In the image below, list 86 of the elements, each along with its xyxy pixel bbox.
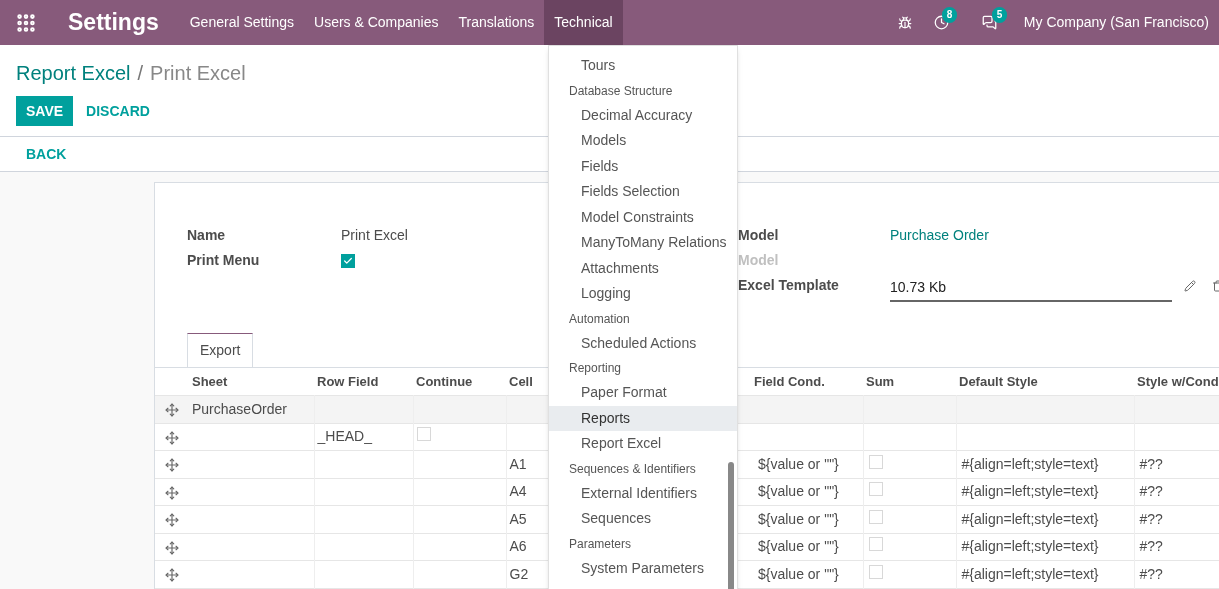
breadcrumb-link[interactable]: Report Excel [16, 58, 131, 88]
menu-item[interactable]: ManyToMany Relations [549, 230, 737, 256]
file-field[interactable]: 10.73 Kb [890, 277, 1172, 302]
table-cell: #{align=left;style=text} [961, 565, 1099, 582]
column-header[interactable]: Continue [416, 374, 473, 389]
menu-item[interactable]: Fields Selection [549, 179, 737, 205]
menu-item[interactable]: Paper Format [549, 380, 737, 406]
field-value: Print Excel [341, 226, 408, 245]
menu-item[interactable]: Scheduled Actions [549, 330, 737, 356]
table-cell: ${value or ""} [758, 538, 839, 555]
table-cell: ${value or ""} [758, 565, 839, 582]
menu-item[interactable]: External Identifiers [549, 480, 737, 506]
table-cell: #?? [1139, 510, 1163, 527]
table-cell: #?? [1139, 538, 1163, 555]
table-cell: A6 [509, 538, 527, 555]
menu-item[interactable]: Decimal Accuracy [549, 102, 737, 128]
apps-menu-icon[interactable] [15, 11, 37, 34]
chat-icon[interactable] [981, 15, 997, 30]
menu-item[interactable]: Model Constraints [549, 204, 737, 230]
field-label: Model [738, 251, 780, 270]
menu-item[interactable]: Tours [549, 53, 737, 79]
menu-tab[interactable]: Translations [448, 0, 545, 45]
menu-item[interactable]: Logging [549, 281, 737, 307]
app-title: Settings [68, 8, 159, 38]
field-label: Model [738, 226, 780, 245]
check-icon [343, 255, 353, 266]
menu-item[interactable]: Reports [549, 405, 737, 431]
table-cell: ${value or ""} [758, 455, 839, 472]
drag-handle-icon[interactable] [165, 430, 179, 445]
table-cell: _HEAD_ [317, 428, 372, 445]
notebook-tab[interactable]: Export [187, 333, 254, 367]
drag-handle-icon[interactable] [165, 485, 179, 500]
table-cell: #{align=left;style=text} [961, 483, 1099, 500]
drag-handle-icon[interactable] [165, 458, 179, 473]
drag-handle-icon[interactable] [165, 403, 179, 418]
menu-item[interactable]: Fields [549, 153, 737, 179]
table-cell: #?? [1139, 483, 1163, 500]
table-cell: A4 [509, 483, 527, 500]
menu-item[interactable]: Attachments [549, 255, 737, 281]
breadcrumb-current: Print Excel [150, 61, 246, 86]
checkbox[interactable] [341, 253, 355, 268]
column-header[interactable]: Style w/Cond [1137, 374, 1219, 389]
table-cell: ${value or ""} [758, 483, 839, 500]
menu-item[interactable]: Sequences [549, 506, 737, 532]
table-cell: #{align=left;style=text} [961, 455, 1099, 472]
table-cell: #{align=left;style=text} [961, 510, 1099, 527]
column-header[interactable]: Default Style [959, 374, 1038, 389]
scrollbar[interactable] [728, 462, 734, 589]
menu-section-header: Sequences & Identifiers [568, 460, 697, 478]
column-header[interactable]: Cell [509, 374, 533, 389]
menu-item[interactable]: Report Excel [549, 431, 737, 457]
table-cell: #?? [1139, 455, 1163, 472]
column-header[interactable]: Row Field [317, 374, 379, 389]
table-cell: #?? [1139, 565, 1163, 582]
count-badge: 8 [941, 7, 958, 23]
table-cell: PurchaseOrder [192, 400, 287, 417]
count-badge: 5 [991, 7, 1008, 23]
table-cell: ${value or ""} [758, 510, 839, 527]
menu-section-header: Parameters [568, 535, 633, 553]
clock-icon[interactable] [933, 15, 949, 30]
breadcrumb-separator: / [137, 61, 144, 86]
drag-handle-icon[interactable] [165, 568, 179, 583]
company-switcher[interactable]: My Company (San Francisco) [1023, 12, 1209, 33]
menu-section-header: Reporting [568, 360, 623, 377]
field-label: Print Menu [187, 251, 261, 270]
drag-handle-icon[interactable] [165, 513, 179, 528]
table-cell: A5 [509, 510, 527, 527]
bug-icon[interactable] [897, 15, 912, 30]
menu-item[interactable]: Models [549, 128, 737, 154]
menu-section-header: Automation [568, 310, 631, 328]
drag-handle-icon[interactable] [165, 540, 179, 555]
menu-tab[interactable]: Users & Companies [304, 0, 449, 45]
table-cell: A1 [509, 455, 527, 472]
column-header[interactable]: Sum [866, 374, 895, 389]
table-cell: G2 [509, 565, 529, 582]
column-header[interactable]: Sheet [192, 374, 228, 389]
menu-section-header: Database Structure [568, 82, 674, 100]
table-cell: #{align=left;style=text} [961, 538, 1099, 555]
menu-item[interactable]: System Parameters [549, 555, 737, 581]
model-link[interactable]: Purchase Order [890, 225, 989, 246]
field-label: Excel Template [738, 276, 840, 295]
menu-tab[interactable]: General Settings [179, 0, 305, 45]
column-header[interactable]: Field Cond. [754, 374, 825, 389]
edit-icon[interactable] [1184, 279, 1196, 292]
field-label: Name [187, 226, 227, 245]
menu-tab[interactable]: Technical [544, 0, 623, 45]
